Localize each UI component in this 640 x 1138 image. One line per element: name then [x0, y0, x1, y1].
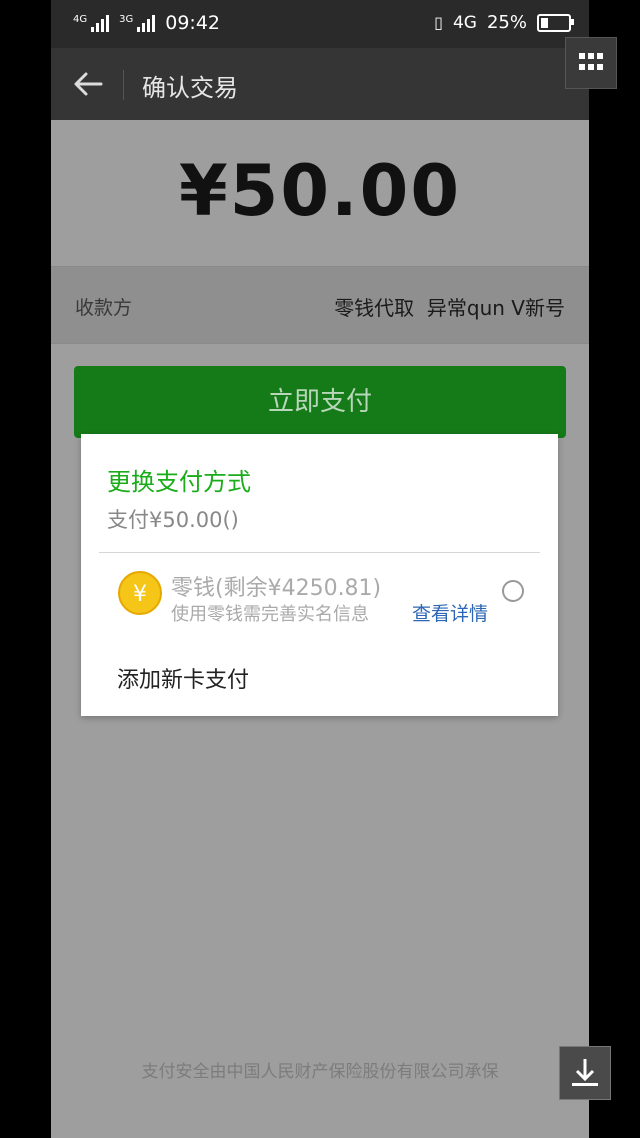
- status-left: 4G 3G 09:42: [73, 12, 220, 34]
- arrow-left-icon: [74, 72, 103, 96]
- phone-screen: 4G 3G 09:42 ▯ 4G 25% 确认交易 ¥50.00 收款方 零钱代…: [51, 0, 589, 1138]
- payee-label: 收款方: [75, 297, 133, 319]
- download-icon: [572, 1059, 598, 1086]
- battery-level: [541, 17, 548, 28]
- status-bar: 4G 3G 09:42 ▯ 4G 25%: [51, 0, 589, 48]
- nav-divider: [123, 70, 124, 100]
- grid-menu-button[interactable]: [565, 37, 617, 89]
- payment-amount: ¥50.00: [178, 150, 462, 232]
- signal-icon: 3G: [119, 14, 156, 32]
- nav-bar: 确认交易: [51, 48, 589, 120]
- signal-icon: 4G: [73, 14, 110, 32]
- insurance-note: 支付安全由中国人民财产保险股份有限公司承保: [141, 1062, 499, 1082]
- coin-icon: ¥: [118, 571, 162, 615]
- back-button[interactable]: [71, 68, 105, 100]
- dialog-divider: [99, 552, 540, 553]
- balance-label: 零钱(剩余¥4250.81): [171, 576, 382, 601]
- view-details-link[interactable]: 查看详情: [412, 599, 488, 626]
- dialog-title: 更换支付方式: [107, 468, 251, 496]
- signal-1-label: 4G: [73, 14, 88, 25]
- balance-note: 使用零钱需完善实名信息: [171, 604, 369, 625]
- payee-row: 收款方 零钱代取 异常qun V新号: [51, 266, 589, 344]
- amount-section: ¥50.00: [51, 120, 589, 266]
- pay-now-button[interactable]: 立即支付: [74, 366, 566, 438]
- network-label: 4G: [452, 12, 477, 33]
- battery-icon: [537, 13, 574, 32]
- add-new-card-button[interactable]: 添加新卡支付: [117, 662, 249, 694]
- payment-method-dialog: 更换支付方式 支付¥50.00() ¥ 零钱(剩余¥4250.81) 使用零钱需…: [81, 434, 558, 716]
- status-right: ▯ 4G 25%: [434, 12, 574, 33]
- dialog-subtitle: 支付¥50.00(): [107, 508, 239, 532]
- page-title: 确认交易: [142, 74, 238, 102]
- vibrate-icon: ▯: [434, 13, 443, 32]
- grid-icon: [579, 53, 603, 70]
- download-button[interactable]: [559, 1046, 611, 1100]
- payment-option-balance[interactable]: ¥ 零钱(剩余¥4250.81) 使用零钱需完善实名信息 查看详情: [81, 558, 558, 634]
- payee-value: 零钱代取 异常qun V新号: [334, 296, 565, 320]
- signal-2-label: 3G: [119, 14, 134, 25]
- status-time: 09:42: [165, 12, 221, 34]
- balance-radio[interactable]: [502, 580, 524, 602]
- battery-percent: 25%: [486, 12, 527, 33]
